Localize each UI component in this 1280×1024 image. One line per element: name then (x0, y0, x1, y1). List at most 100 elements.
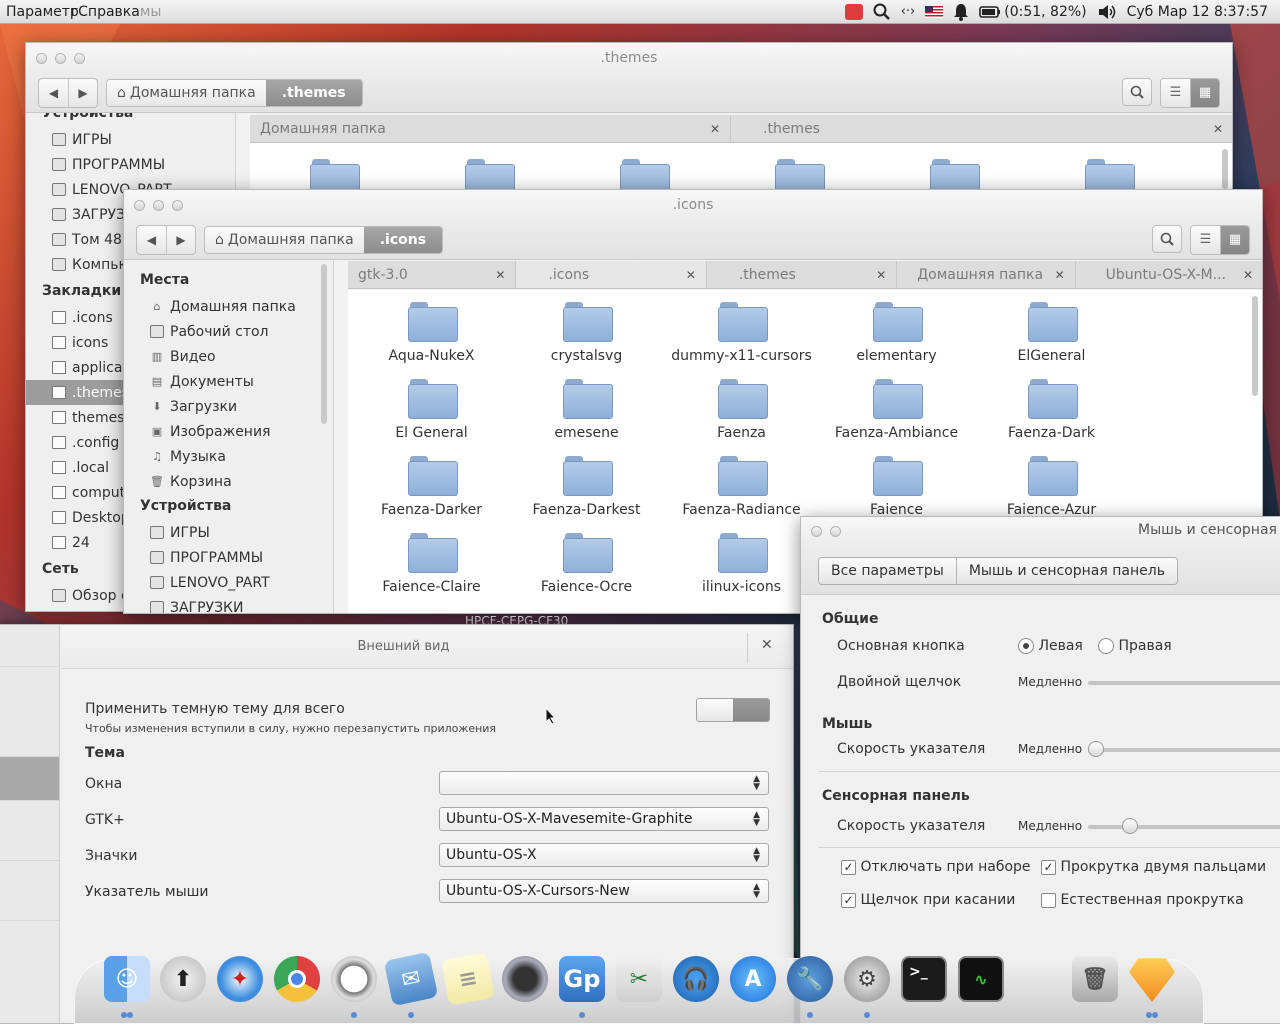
maximize-button[interactable] (172, 199, 183, 211)
clock[interactable]: Суб Мар 12 8:37:57 (1127, 2, 1268, 22)
mouse-touchpad-crumb[interactable]: Мышь и сенсорная панель (955, 558, 1177, 584)
sidebar-item[interactable]: ПРОГРАММЫ (26, 152, 235, 177)
sidebar-row-selected[interactable] (0, 757, 59, 801)
notes-icon[interactable]: ≡ (441, 952, 495, 1006)
icons-window-titlebar[interactable]: .icons (124, 190, 1262, 220)
dark-theme-toggle[interactable] (696, 698, 770, 722)
minimize-button[interactable] (830, 525, 841, 537)
windows-select[interactable]: ▲ ▼ (439, 771, 769, 795)
tab-icons[interactable]: .icons ✕ (516, 261, 707, 288)
sidebar-row[interactable] (0, 625, 59, 667)
crumb-current[interactable]: .themes (265, 79, 362, 106)
tap-click-checkbox[interactable]: ✓ Щелчок при касании (841, 892, 1015, 908)
natural-scroll-checkbox[interactable]: Естественная прокрутка (1041, 892, 1244, 908)
folder-item[interactable]: Faenza-Darker (354, 456, 509, 533)
folder-item[interactable]: dummy-x11-cursors (664, 302, 819, 379)
sidebar-item-documents[interactable]: ▤ Документы (124, 369, 333, 394)
search-icon[interactable] (873, 2, 891, 22)
two-finger-checkbox[interactable]: ✓ Прокрутка двумя пальцами (1041, 859, 1266, 875)
mail-icon[interactable]: ✉ (383, 951, 439, 1007)
themes-window-titlebar[interactable]: .themes (26, 43, 1232, 73)
double-click-slider[interactable] (1088, 681, 1280, 685)
folder-item[interactable]: ilinux-icons (664, 533, 819, 610)
back-button[interactable]: ◀ (137, 226, 166, 254)
slider-knob[interactable] (1122, 818, 1138, 834)
close-icon[interactable]: ✕ (495, 268, 505, 282)
sidebar-item-music[interactable]: ♫ Музыка (124, 444, 333, 469)
appstore-icon[interactable]: A (730, 956, 776, 1002)
tab-home[interactable]: Домашняя папка ✕ (897, 261, 1076, 288)
close-icon[interactable]: ✕ (761, 637, 773, 653)
list-view-icon[interactable]: ☰ (1161, 78, 1190, 107)
radio-right[interactable]: Правая (1098, 638, 1172, 654)
gtk-select[interactable]: Ubuntu-OS-X-Mavesemite-Graphite ▲ ▼ (439, 807, 769, 831)
sidebar-item[interactable]: ИГРЫ (26, 127, 235, 152)
grid-view-icon[interactable]: ▦ (1190, 78, 1219, 107)
app-indicator-icon[interactable] (844, 3, 863, 20)
tab-themes[interactable]: .themes ✕ (707, 261, 898, 288)
facetime-icon[interactable] (502, 956, 548, 1002)
forward-button[interactable]: ▶ (166, 225, 195, 254)
close-icon[interactable]: ✕ (1243, 268, 1253, 282)
folder-item[interactable]: Faenza-Ambiance (819, 379, 974, 456)
close-button[interactable] (811, 525, 822, 537)
pointer-speed-slider[interactable] (1088, 741, 1280, 757)
wrench-icon[interactable]: 🔧 (787, 956, 833, 1002)
cursor-select[interactable]: Ubuntu-OS-X-Cursors-New ▲ ▼ (439, 879, 769, 903)
sidebar-row[interactable] (0, 801, 59, 861)
close-icon[interactable]: ✕ (710, 122, 720, 136)
sidebar-row[interactable] (0, 861, 59, 921)
slider-knob[interactable] (1088, 741, 1104, 757)
folder-item[interactable]: Faenza-Darkest (509, 456, 664, 533)
sidebar-item-device[interactable]: ИГРЫ (124, 520, 333, 545)
close-icon[interactable]: ✕ (686, 268, 696, 282)
close-button[interactable] (36, 52, 47, 64)
tab-gtk[interactable]: gtk-3.0 ✕ (348, 261, 517, 288)
search-icon[interactable] (1152, 224, 1182, 253)
sidebar-item-desktop[interactable]: Рабочий стол (124, 319, 333, 344)
icons-select[interactable]: Ubuntu-OS-X ▲ ▼ (439, 843, 769, 867)
folder-item[interactable]: crystalsvg (509, 302, 664, 379)
crumb-home[interactable]: ⌂ Домашняя папка (205, 226, 364, 253)
radio-left[interactable]: Левая (1018, 638, 1083, 654)
settings-icon[interactable]: ⚙ (844, 956, 890, 1002)
scissors-icon[interactable]: ✂ (616, 956, 662, 1002)
tab-themes[interactable]: .themes ✕ (731, 115, 1232, 142)
forward-button[interactable]: ▶ (68, 78, 97, 107)
terminal-icon[interactable]: >_ (901, 956, 947, 1002)
update-icon[interactable]: ⬆ (160, 956, 206, 1002)
folder-item[interactable]: Faenza-Radiance (664, 456, 819, 533)
folder-item[interactable]: Faenza-Dark (974, 379, 1129, 456)
minimize-button[interactable] (55, 52, 66, 64)
all-settings-button[interactable]: Все параметры (819, 558, 956, 584)
sidebar-item-pictures[interactable]: ▣ Изображения (124, 419, 333, 444)
monitor-icon[interactable]: ∿ (958, 956, 1004, 1002)
close-icon[interactable]: ✕ (1055, 268, 1065, 282)
sidebar-scrollbar[interactable] (321, 264, 327, 424)
headphones-icon[interactable]: 🎧 (673, 956, 719, 1002)
notification-bell-icon[interactable] (953, 2, 969, 22)
trash-icon[interactable]: 🗑 (1072, 956, 1118, 1002)
scrollbar[interactable] (1222, 149, 1228, 189)
crumb-home[interactable]: ⌂ Домашняя папка (107, 79, 266, 106)
sidebar-item-video[interactable]: ▥ Видео (124, 344, 333, 369)
back-button[interactable]: ◀ (39, 79, 68, 107)
sidebar-item-device[interactable]: ПРОГРАММЫ (124, 545, 333, 570)
folder-item[interactable]: Aqua-NukeX (354, 302, 509, 379)
opera-icon[interactable] (331, 956, 377, 1002)
search-icon[interactable] (1122, 77, 1152, 106)
chrome-icon[interactable] (274, 956, 320, 1002)
folder-item[interactable]: ElGeneral (974, 302, 1129, 379)
sidebar-row[interactable] (0, 667, 59, 757)
menu-help[interactable]: гСправка (71, 4, 140, 20)
tab-home[interactable]: Домашняя папка ✕ (250, 115, 731, 142)
close-icon[interactable]: ✕ (1213, 122, 1223, 136)
folder-item[interactable]: emesene (509, 379, 664, 456)
folder-item[interactable]: Faenza (664, 379, 819, 456)
mouse-window-titlebar[interactable]: Мышь и сенсорная п (801, 517, 1280, 545)
keyboard-layout-icon[interactable] (925, 2, 944, 22)
close-icon[interactable]: ✕ (876, 268, 886, 282)
maximize-button[interactable] (74, 52, 85, 64)
folder-item[interactable]: elementary (819, 302, 974, 379)
sidebar-item-home[interactable]: ⌂ Домашняя папка (124, 294, 333, 319)
